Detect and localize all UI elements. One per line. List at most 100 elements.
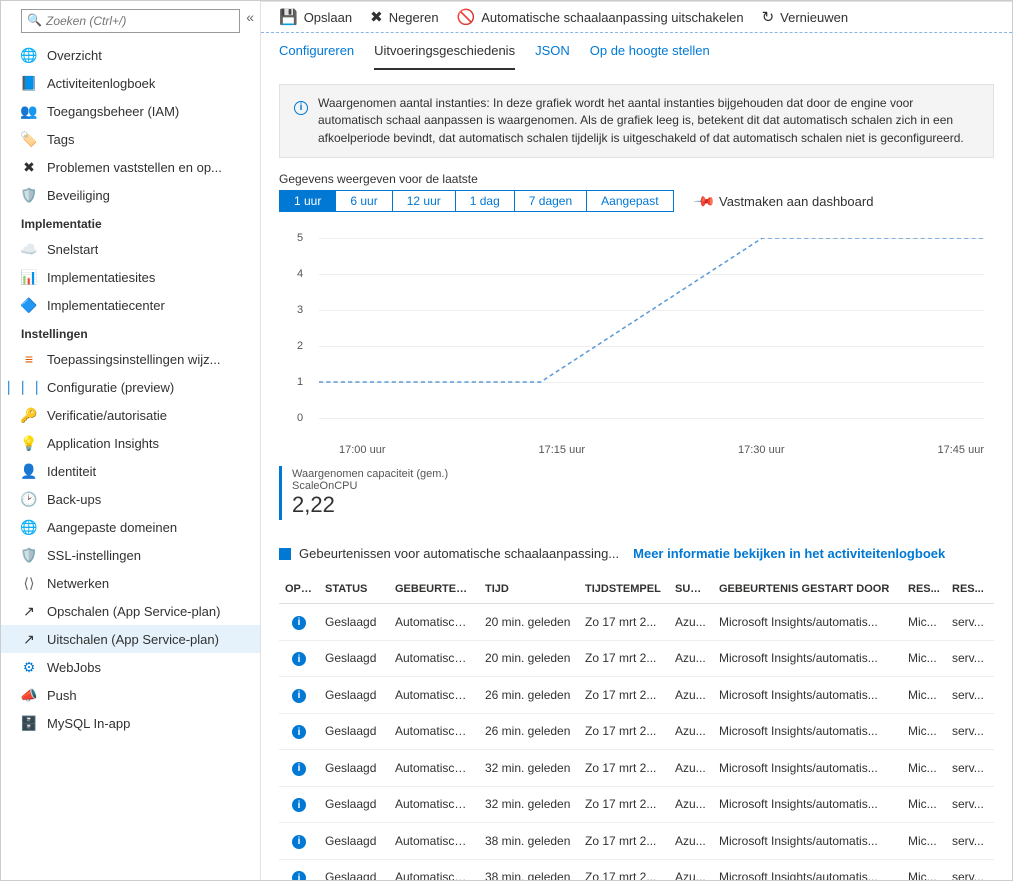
sidebar-item[interactable]: 🛡️SSL-instellingen bbox=[1, 541, 260, 569]
column-header[interactable]: GEBEURTENIS GESTART DOOR bbox=[713, 575, 902, 604]
table-cell: Zo 17 mrt 2... bbox=[579, 640, 669, 677]
table-cell: Mic... bbox=[902, 677, 946, 714]
save-button[interactable]: 💾 Opslaan bbox=[279, 8, 352, 26]
pin-icon: 📌 bbox=[692, 189, 716, 213]
table-cell: Geslaagd bbox=[319, 640, 389, 677]
column-header[interactable]: STATUS bbox=[319, 575, 389, 604]
table-row[interactable]: iGeslaagdAutomatische...38 min. geledenZ… bbox=[279, 823, 994, 860]
table-cell: serv... bbox=[946, 713, 994, 750]
tab[interactable]: Op de hoogte stellen bbox=[590, 33, 710, 70]
table-cell: i bbox=[279, 786, 319, 823]
sidebar-item[interactable]: 🗄️MySQL In-app bbox=[1, 709, 260, 737]
table-row[interactable]: iGeslaagdAutomatische...20 min. geledenZ… bbox=[279, 640, 994, 677]
table-cell: Mic... bbox=[902, 823, 946, 860]
sidebar-item[interactable]: ↗Opschalen (App Service-plan) bbox=[1, 597, 260, 625]
table-cell: Geslaagd bbox=[319, 604, 389, 641]
refresh-button[interactable]: ↻Vernieuwen bbox=[762, 8, 849, 26]
sidebar-item[interactable]: 📘Activiteitenlogboek bbox=[1, 69, 260, 97]
timerange-option[interactable]: 12 uur bbox=[393, 191, 456, 211]
diag-icon: ✖ bbox=[21, 159, 37, 175]
save-icon: 💾 bbox=[279, 8, 298, 26]
sites-icon: 📊 bbox=[21, 269, 37, 285]
sidebar-item[interactable]: 🌐Aangepaste domeinen bbox=[1, 513, 260, 541]
discard-button[interactable]: ✖Negeren bbox=[370, 8, 438, 26]
id-icon: 👤 bbox=[21, 463, 37, 479]
sidebar-item[interactable]: ⟨⟩Netwerken bbox=[1, 569, 260, 597]
disable-label: Automatische schaalaanpassing uitschakel… bbox=[481, 10, 743, 25]
pin-label: Vastmaken aan dashboard bbox=[719, 194, 873, 209]
table-cell: Mic... bbox=[902, 750, 946, 787]
sidebar-item-label: WebJobs bbox=[47, 660, 101, 675]
search-input[interactable] bbox=[21, 9, 240, 33]
table-row[interactable]: iGeslaagdAutomatische...26 min. geledenZ… bbox=[279, 677, 994, 714]
table-cell: serv... bbox=[946, 640, 994, 677]
table-row[interactable]: iGeslaagdAutomatische...20 min. geledenZ… bbox=[279, 604, 994, 641]
sidebar-item[interactable]: 🛡️Beveiliging bbox=[1, 181, 260, 209]
instances-chart[interactable]: 012345 bbox=[279, 238, 994, 438]
sidebar-item[interactable]: ✖Problemen vaststellen en op... bbox=[1, 153, 260, 181]
sidebar-item[interactable]: 👥Toegangsbeheer (IAM) bbox=[1, 97, 260, 125]
push-icon: 📣 bbox=[21, 687, 37, 703]
column-header[interactable]: SUB... bbox=[669, 575, 713, 604]
table-cell: Azu... bbox=[669, 640, 713, 677]
sidebar-item[interactable]: 👤Identiteit bbox=[1, 457, 260, 485]
timerange-option[interactable]: Aangepast bbox=[587, 191, 672, 211]
column-header[interactable]: OPE... bbox=[279, 575, 319, 604]
sidebar-item[interactable]: ↗Uitschalen (App Service-plan) bbox=[1, 625, 260, 653]
tab[interactable]: JSON bbox=[535, 33, 570, 70]
sidebar-item[interactable]: ≡Toepassingsinstellingen wijz... bbox=[1, 345, 260, 373]
content-scroll[interactable]: i Waargenomen aantal instanties: In deze… bbox=[261, 70, 1012, 880]
table-cell: serv... bbox=[946, 823, 994, 860]
column-header[interactable]: RES... bbox=[946, 575, 994, 604]
sidebar-item[interactable]: 📊 Implementatiesites bbox=[1, 263, 260, 291]
webjobs-icon: ⚙ bbox=[21, 659, 37, 675]
events-collapse-icon[interactable] bbox=[279, 548, 291, 560]
table-cell: Geslaagd bbox=[319, 677, 389, 714]
sidebar-item[interactable]: ☁️Snelstart bbox=[1, 235, 260, 263]
sidebar-item[interactable]: 🕑Back-ups bbox=[1, 485, 260, 513]
sidebar-item-label: Overzicht bbox=[47, 48, 102, 63]
sidebar-item[interactable]: 🔑Verificatie/autorisatie bbox=[1, 401, 260, 429]
sidebar-item[interactable]: ⎸⎸⎸Configuratie (preview) bbox=[1, 373, 260, 401]
tab[interactable]: Uitvoeringsgeschiedenis bbox=[374, 33, 515, 70]
metric-title: Waargenomen capaciteit (gem.) bbox=[292, 468, 448, 480]
column-header[interactable]: RES... bbox=[902, 575, 946, 604]
autoscale-events-table: OPE...STATUSGEBEURTEN...TIJDTIJDSTEMPELS… bbox=[279, 575, 994, 880]
table-cell: Automatische... bbox=[389, 823, 479, 860]
sidebar-item[interactable]: 🌐Overzicht bbox=[1, 41, 260, 69]
chart-y-tick: 3 bbox=[297, 304, 303, 316]
sidebar-item[interactable]: 🏷️Tags bbox=[1, 125, 260, 153]
timerange-option[interactable]: 7 dagen bbox=[515, 191, 587, 211]
table-row[interactable]: iGeslaagdAutomatische...32 min. geledenZ… bbox=[279, 750, 994, 787]
pin-dashboard-button[interactable]: 📌 Vastmaken aan dashboard bbox=[696, 193, 874, 210]
sidebar-nav[interactable]: 🌐Overzicht📘Activiteitenlogboek👥Toegangsb… bbox=[1, 41, 260, 880]
column-header[interactable]: TIJD bbox=[479, 575, 579, 604]
table-cell: Mic... bbox=[902, 786, 946, 823]
table-row[interactable]: iGeslaagdAutomatische...38 min. geledenZ… bbox=[279, 859, 994, 880]
timerange-option[interactable]: 1 dag bbox=[456, 191, 515, 211]
activity-log-link[interactable]: Meer informatie bekijken in het activite… bbox=[633, 546, 945, 561]
table-row[interactable]: iGeslaagdAutomatische...32 min. geledenZ… bbox=[279, 786, 994, 823]
table-row[interactable]: iGeslaagdAutomatische...26 min. geledenZ… bbox=[279, 713, 994, 750]
tab[interactable]: Configureren bbox=[279, 33, 354, 70]
column-header[interactable]: GEBEURTEN... bbox=[389, 575, 479, 604]
sidebar-item-label: Implementatiesites bbox=[47, 270, 155, 285]
sidebar-item[interactable]: 📣Push bbox=[1, 681, 260, 709]
info-icon: i bbox=[292, 725, 306, 739]
sidebar-item-label: Back-ups bbox=[47, 492, 101, 507]
column-header[interactable]: TIJDSTEMPEL bbox=[579, 575, 669, 604]
info-icon: i bbox=[292, 762, 306, 776]
command-bar: 💾 Opslaan ✖Negeren 🚫Automatische schaalaa… bbox=[261, 2, 1012, 33]
sidebar-item-label: Verificatie/autorisatie bbox=[47, 408, 167, 423]
sidebar-item[interactable]: ⚙ WebJobs bbox=[1, 653, 260, 681]
timerange-option[interactable]: 6 uur bbox=[336, 191, 392, 211]
table-cell: Geslaagd bbox=[319, 859, 389, 880]
table-cell: i bbox=[279, 750, 319, 787]
sidebar-section-heading: Implementatie bbox=[1, 209, 260, 235]
sidebar-item[interactable]: 💡Application Insights bbox=[1, 429, 260, 457]
chart-y-tick: 2 bbox=[297, 340, 303, 352]
save-label: Opslaan bbox=[304, 10, 352, 25]
sidebar-item[interactable]: 🔷Implementatiecenter bbox=[1, 291, 260, 319]
timerange-option[interactable]: 1 uur bbox=[280, 191, 336, 211]
disable-autoscale-button[interactable]: 🚫Automatische schaalaanpassing uitschake… bbox=[457, 8, 744, 26]
